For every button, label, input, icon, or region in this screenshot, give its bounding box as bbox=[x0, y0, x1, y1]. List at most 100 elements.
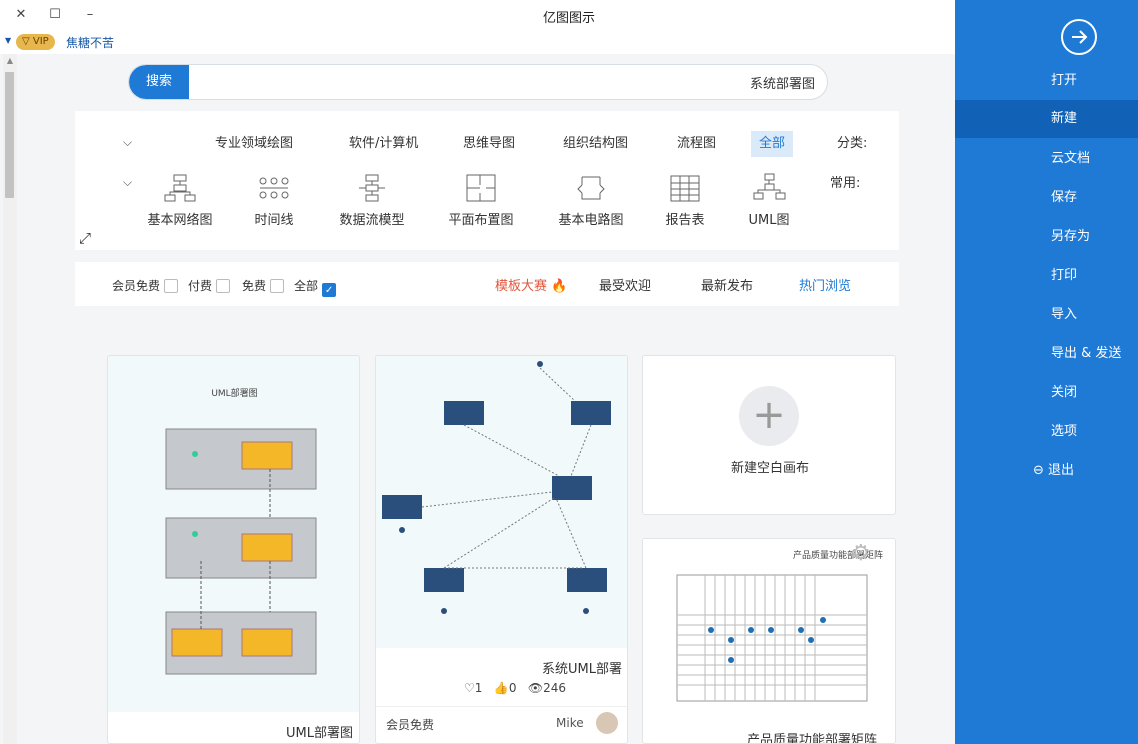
view-count: 246 bbox=[543, 681, 567, 695]
fire-icon: 🔥 bbox=[551, 279, 568, 294]
template-card-uml-deploy[interactable]: UML部署图 UML部署图 bbox=[107, 355, 360, 744]
favorite-icon[interactable]: ♡ bbox=[464, 681, 475, 695]
vip-diamond-icon: ▽ bbox=[22, 36, 30, 47]
template-floor-plan[interactable]: 平面布置图 bbox=[441, 173, 521, 228]
template-card-quality-matrix[interactable]: 产品质量功能部署矩阵 ⚙ 产品质量功能部署矩阵 bbox=[642, 538, 896, 744]
uml-deploy-diagram bbox=[165, 428, 317, 675]
template-timeline[interactable]: 时间线 bbox=[234, 173, 314, 228]
account-bar: ▼ ▽ VIP 焦糖不苦 bbox=[0, 30, 955, 54]
chevron-down-icon[interactable]: ⌵ bbox=[123, 175, 132, 190]
search-button[interactable]: 搜索 bbox=[129, 65, 189, 99]
tab-contest[interactable]: 模板大赛 🔥 bbox=[495, 275, 567, 294]
favorite-count: 1 bbox=[474, 681, 483, 695]
avatar[interactable] bbox=[596, 712, 618, 734]
circuit-icon bbox=[577, 176, 605, 200]
template-data-flow-label: 数据流模型 bbox=[339, 213, 405, 228]
check-free-label: 免费 bbox=[242, 279, 267, 293]
system-uml-diagram bbox=[382, 361, 611, 614]
checkbox-checked-icon: ✓ bbox=[322, 283, 337, 297]
template-timeline-label: 时间线 bbox=[254, 213, 294, 228]
like-count: 0 bbox=[508, 681, 517, 695]
category-all[interactable]: 全部 bbox=[751, 131, 794, 157]
matrix-diagram bbox=[676, 574, 868, 702]
plus-icon: + bbox=[739, 386, 799, 446]
check-all-label: 全部 bbox=[294, 279, 319, 293]
template-report-label: 报告表 bbox=[665, 213, 705, 228]
sidebar-item-close[interactable]: 关闭 bbox=[955, 374, 1138, 412]
exit-icon: ⊖ bbox=[1033, 463, 1044, 478]
open-arrow-icon[interactable] bbox=[1061, 19, 1097, 55]
vertical-scrollbar[interactable]: ▲ bbox=[3, 54, 17, 744]
sidebar-item-import[interactable]: 导入 bbox=[955, 296, 1138, 334]
category-flowchart[interactable]: 流程图 bbox=[669, 131, 724, 157]
filter-panel: 热门浏览 最新发布 最受欢迎 模板大赛 🔥 全部 ✓ 免费 付费 会员免费 bbox=[75, 262, 899, 306]
card-thumbnail: 产品质量功能部署矩阵 ⚙ bbox=[643, 539, 895, 709]
price-badge: 会员免费 bbox=[386, 718, 435, 732]
sidebar-item-print[interactable]: 打印 bbox=[955, 257, 1138, 295]
template-floor-plan-label: 平面布置图 bbox=[448, 213, 514, 228]
data-flow-icon bbox=[359, 174, 385, 202]
sidebar-item-export-send[interactable]: 导出 & 发送 bbox=[955, 335, 1138, 373]
check-free[interactable]: 免费 bbox=[242, 277, 285, 294]
sidebar-item-cloud-docs[interactable]: 云文档 bbox=[955, 140, 1138, 178]
category-software[interactable]: 软件/计算机 bbox=[341, 131, 426, 157]
like-icon[interactable]: 👍 bbox=[494, 681, 509, 695]
chevron-down-icon[interactable]: ⌵ bbox=[123, 135, 132, 150]
template-report[interactable]: 报告表 bbox=[645, 173, 725, 228]
common-label: 常用: bbox=[830, 176, 861, 191]
tab-most-liked[interactable]: 最受欢迎 bbox=[599, 275, 651, 294]
check-paid[interactable]: 付费 bbox=[188, 277, 231, 294]
checkbox-icon bbox=[270, 279, 285, 293]
template-circuit[interactable]: 基本电路图 bbox=[551, 173, 631, 228]
sidebar-item-exit[interactable]: ⊖ 退出 bbox=[955, 452, 1138, 490]
check-all[interactable]: 全部 ✓ bbox=[294, 277, 337, 297]
sidebar-item-options[interactable]: 选项 bbox=[955, 413, 1138, 451]
tab-contest-label: 模板大赛 bbox=[495, 279, 548, 294]
file-sidebar: 打开 新建 云文档 保存 另存为 打印 导入 导出 & 发送 关闭 选项 ⊖ 退… bbox=[955, 0, 1138, 744]
timeline-icon bbox=[259, 177, 289, 199]
template-data-flow[interactable]: 数据流模型 bbox=[332, 173, 412, 228]
tab-latest[interactable]: 最新发布 bbox=[701, 275, 753, 294]
sidebar-item-save[interactable]: 保存 bbox=[955, 179, 1138, 217]
template-network[interactable]: 基本网络图 bbox=[140, 173, 220, 228]
card-divider bbox=[376, 706, 627, 707]
expand-icon[interactable]: ⤢ bbox=[79, 229, 91, 247]
search-bar: 搜索 bbox=[128, 64, 828, 100]
card-title: UML部署图 bbox=[286, 726, 353, 741]
sidebar-item-new[interactable]: 新建 bbox=[955, 100, 1138, 138]
template-network-label: 基本网络图 bbox=[147, 213, 213, 228]
scroll-thumb[interactable] bbox=[5, 72, 14, 198]
scroll-up-icon[interactable]: ▲ bbox=[5, 56, 15, 65]
new-blank-canvas-card[interactable]: + 新建空白画布 bbox=[642, 355, 896, 515]
category-mind-map[interactable]: 思维导图 bbox=[455, 131, 523, 157]
tab-popular[interactable]: 热门浏览 bbox=[799, 275, 851, 294]
category-org-chart[interactable]: 组织结构图 bbox=[555, 131, 636, 157]
author-name[interactable]: Mike bbox=[556, 716, 584, 730]
account-dropdown-icon[interactable]: ▼ bbox=[5, 36, 11, 45]
template-circuit-label: 基本电路图 bbox=[558, 213, 624, 228]
sidebar-item-open[interactable]: 打开 bbox=[955, 62, 1138, 100]
card-thumbnail: UML部署图 bbox=[108, 356, 359, 712]
search-input[interactable] bbox=[199, 65, 815, 99]
new-blank-label: 新建空白画布 bbox=[730, 461, 809, 476]
check-vip-free[interactable]: 会员免费 bbox=[112, 277, 179, 294]
sidebar-item-exit-label: 退出 bbox=[1048, 463, 1075, 478]
vip-badge[interactable]: ▽ VIP bbox=[16, 34, 55, 50]
floor-plan-icon bbox=[466, 174, 496, 202]
card-title: 系统UML部署 bbox=[542, 662, 622, 677]
arrow-right-icon bbox=[1072, 30, 1088, 44]
check-paid-label: 付费 bbox=[188, 279, 213, 293]
template-card-system-uml[interactable]: 系统UML部署 ♡1 👍0 👁246 Mike 会员免费 bbox=[375, 355, 628, 744]
sidebar-item-save-as[interactable]: 另存为 bbox=[955, 218, 1138, 256]
card-title: 产品质量功能部署矩阵 bbox=[747, 733, 878, 744]
card-stats: ♡1 👍0 👁246 bbox=[464, 681, 566, 695]
uml-icon bbox=[753, 173, 786, 200]
report-table-icon bbox=[670, 175, 700, 202]
template-uml[interactable]: UML图 bbox=[729, 173, 809, 228]
network-icon bbox=[164, 174, 196, 202]
username[interactable]: 焦糖不苦 bbox=[66, 34, 114, 51]
vip-label: VIP bbox=[32, 36, 49, 47]
category-professional[interactable]: 专业领域绘图 bbox=[207, 131, 301, 157]
checkbox-icon bbox=[164, 279, 179, 293]
checkbox-icon bbox=[216, 279, 231, 293]
